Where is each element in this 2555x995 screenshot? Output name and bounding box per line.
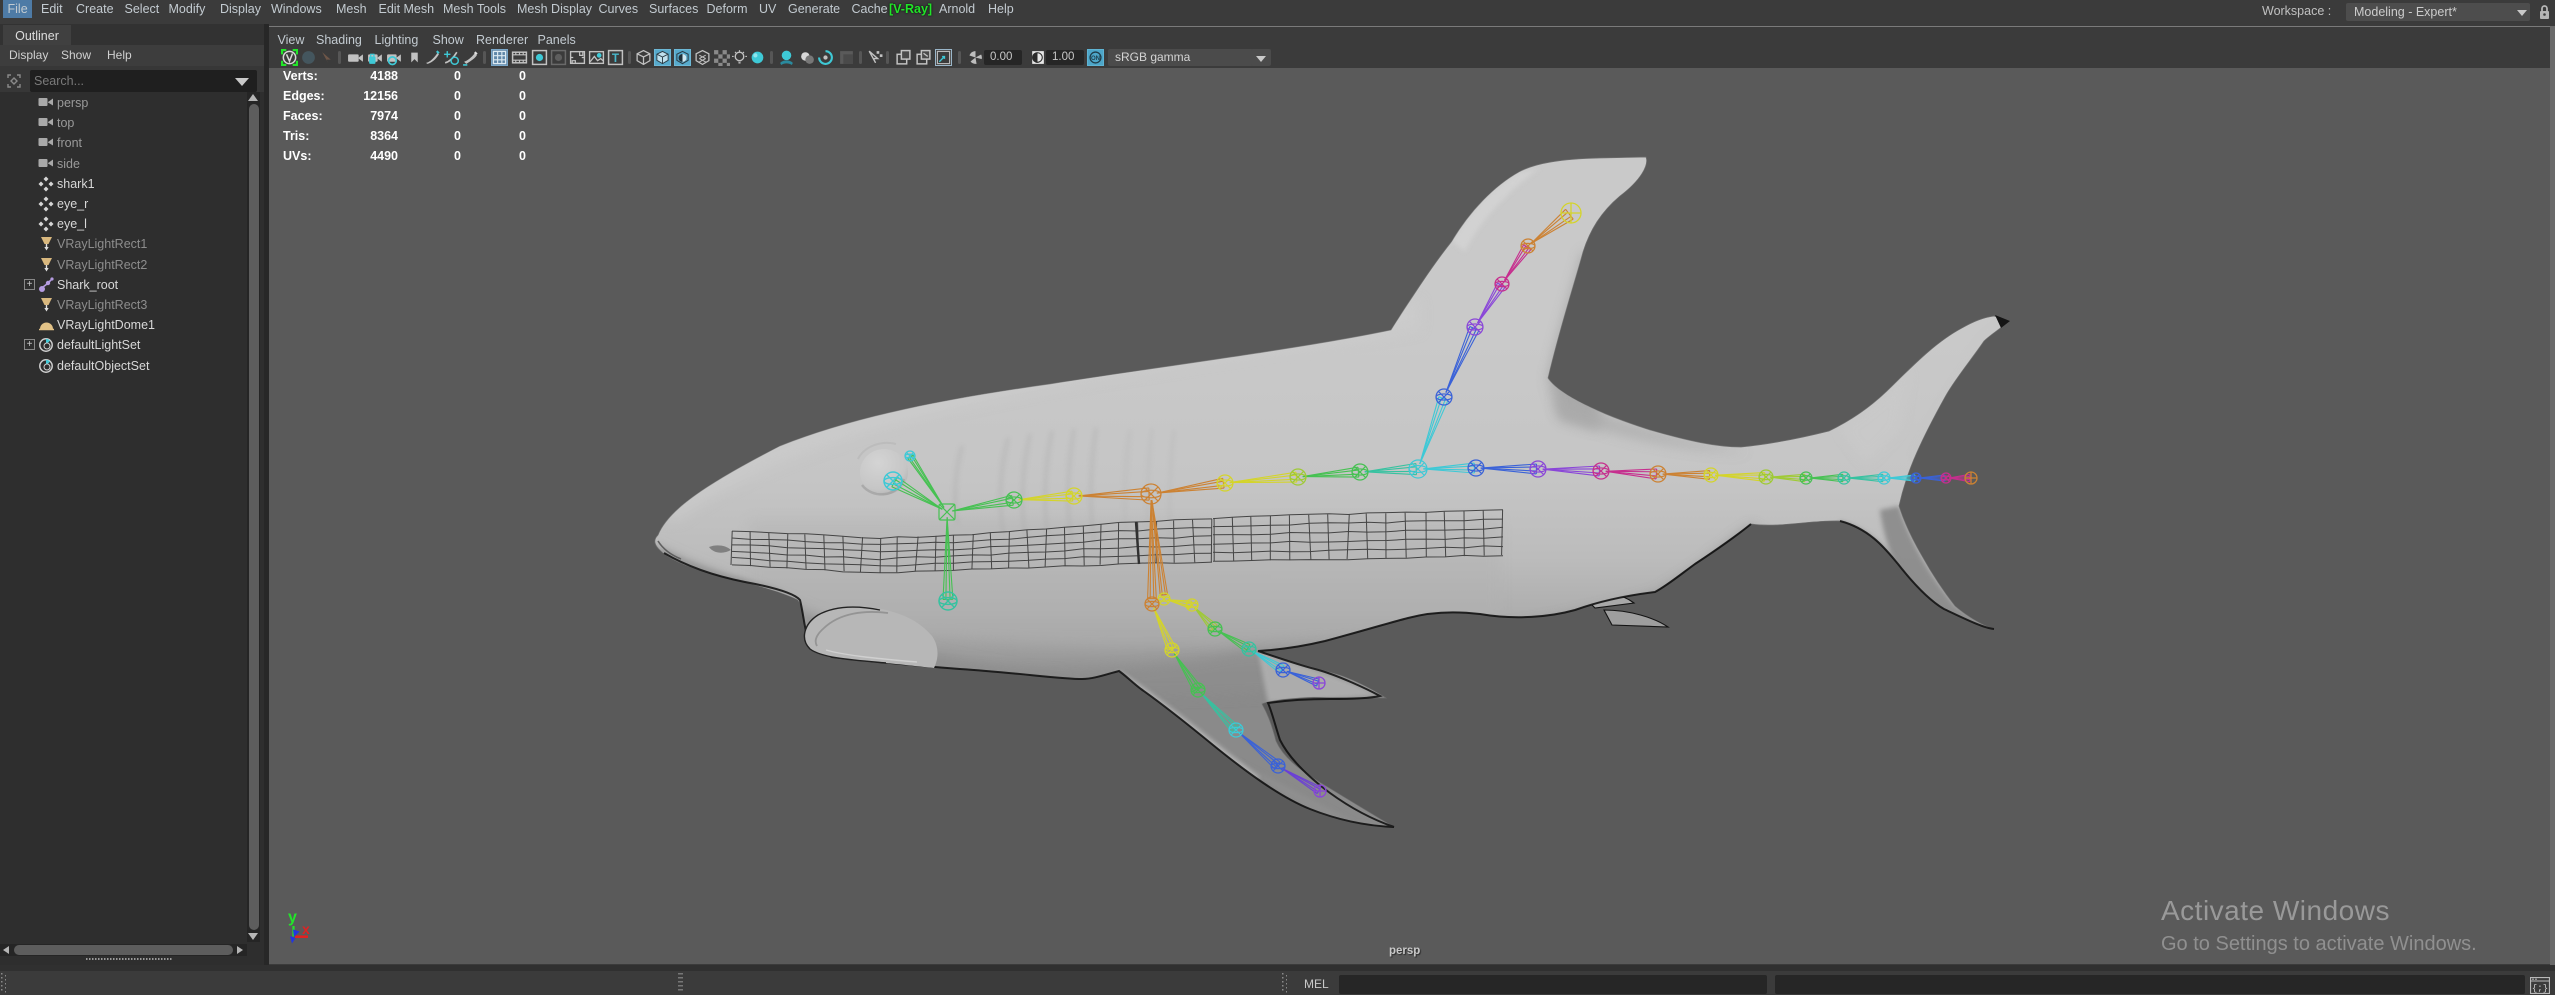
svg-text:{;}: {;} xyxy=(2532,984,2548,994)
svg-text:x: x xyxy=(302,921,310,937)
svg-text:T: T xyxy=(612,52,619,65)
svg-text:ON: ON xyxy=(1091,55,1100,62)
svg-text:y: y xyxy=(288,909,297,926)
